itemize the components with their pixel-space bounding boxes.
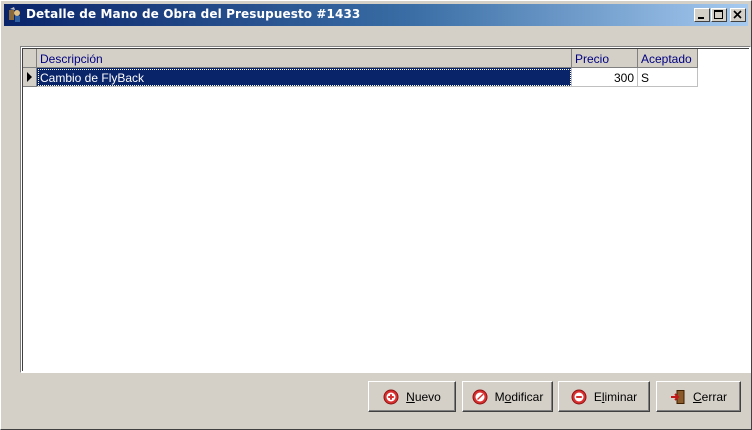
exit-door-icon [670,389,685,404]
cell-precio[interactable]: 300 [572,68,638,87]
cell-aceptado[interactable]: S [638,68,698,87]
close-icon [733,10,742,19]
maximize-button[interactable] [711,8,727,22]
nuevo-label: Nuevo [406,389,441,404]
column-header-precio[interactable]: Precio [572,49,638,68]
cerrar-label: Cerrar [692,389,727,404]
cerrar-button[interactable]: Cerrar [656,381,741,412]
modificar-label: Modificar [494,389,544,404]
nuevo-button[interactable]: Nuevo [368,381,456,412]
window-title: Detalle de Mano de Obra del Presupuesto … [26,7,361,21]
main-window: Detalle de Mano de Obra del Presupuesto … [0,0,752,430]
row-indicator[interactable] [23,68,37,87]
column-header-descripcion[interactable]: Descripción [37,49,572,68]
close-button[interactable] [730,8,746,22]
edit-circle-icon [472,389,488,404]
cell-descripcion[interactable]: Cambio de FlyBack [37,68,572,87]
app-icon [9,7,20,22]
minimize-icon [698,17,704,19]
header-corner [23,49,37,68]
eliminar-label: Eliminar [593,389,638,404]
current-row-arrow-icon [27,72,32,82]
modificar-button[interactable]: Modificar [462,381,553,412]
title-bar[interactable]: Detalle de Mano de Obra del Presupuesto … [4,4,748,26]
eliminar-button[interactable]: Eliminar [558,381,650,412]
plus-circle-icon [383,389,399,404]
minus-circle-icon [571,389,587,404]
column-header-aceptado[interactable]: Aceptado [638,49,698,68]
labor-grid[interactable]: Descripción Precio Aceptado Cambio de Fl… [20,46,751,373]
minimize-button[interactable] [694,8,710,22]
maximize-icon [714,10,723,19]
